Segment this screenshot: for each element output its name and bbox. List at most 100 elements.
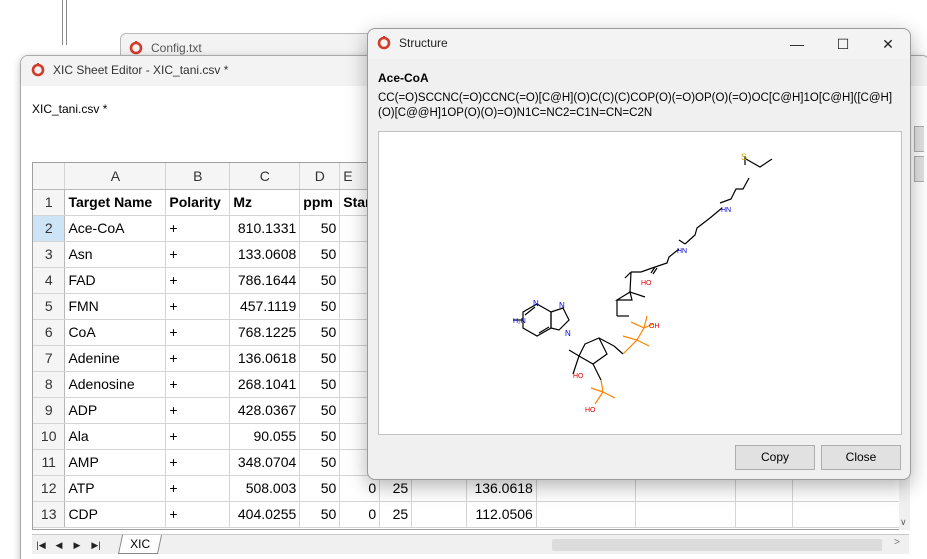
cell[interactable]: 112.0506	[466, 501, 537, 528]
row-header[interactable]: 2	[33, 215, 66, 242]
cell[interactable]: 268.1041	[229, 371, 301, 398]
cell[interactable]: +	[165, 371, 231, 398]
horizontal-scrollbar[interactable]	[552, 539, 882, 551]
cell[interactable]: +	[165, 319, 231, 346]
cell[interactable]: 136.0618	[229, 345, 301, 372]
cell[interactable]: +	[165, 345, 231, 372]
cell[interactable]: 404.0255	[229, 501, 301, 528]
row-header[interactable]: 10	[33, 423, 66, 450]
cell[interactable]: +	[165, 267, 231, 294]
row-header[interactable]: 3	[33, 241, 66, 268]
cell[interactable]: CDP	[64, 501, 167, 528]
cell[interactable]: 786.1644	[229, 267, 301, 294]
cell[interactable]: Ace-CoA	[64, 215, 167, 242]
cell[interactable]: Target Name	[64, 189, 167, 216]
row-header[interactable]: 7	[33, 345, 66, 372]
cell[interactable]: 50	[299, 371, 341, 398]
cell[interactable]: +	[165, 397, 231, 424]
cell[interactable]: 457.1119	[229, 293, 301, 320]
column-header[interactable]: D	[299, 163, 341, 190]
corner-cell[interactable]	[33, 163, 66, 190]
cell[interactable]: 508.003	[229, 475, 301, 502]
cell[interactable]: Polarity	[165, 189, 231, 216]
cell[interactable]: CoA	[64, 319, 167, 346]
cell[interactable]: AMP	[64, 449, 167, 476]
row-header[interactable]: 4	[33, 267, 66, 294]
cell[interactable]: 50	[299, 345, 341, 372]
cell[interactable]: +	[165, 423, 231, 450]
minimize-button[interactable]: —	[774, 29, 820, 59]
row-header[interactable]: 5	[33, 293, 66, 320]
cell[interactable]: Mz	[229, 189, 301, 216]
cell[interactable]: +	[165, 293, 231, 320]
cell[interactable]: 50	[299, 241, 341, 268]
cell[interactable]: 90.055	[229, 423, 301, 450]
row-header[interactable]: 1	[33, 189, 66, 216]
cell[interactable]: 768.1225	[229, 319, 301, 346]
cell[interactable]: 50	[299, 397, 341, 424]
sheet-tab-label: XIC	[130, 537, 151, 551]
cell[interactable]: +	[165, 241, 231, 268]
cell[interactable]: 50	[299, 215, 341, 242]
cell[interactable]: 50	[299, 319, 341, 346]
last-sheet-button[interactable]: ▶|	[89, 538, 103, 552]
cell[interactable]: 348.0704	[229, 449, 301, 476]
cell[interactable]: 50	[299, 267, 341, 294]
column-header[interactable]: C	[229, 163, 301, 190]
smiles-text: CC(=O)SCCNC(=O)CCNC(=O)[C@H](O)C(C)(C)CO…	[378, 92, 893, 119]
cell[interactable]: Adenine	[64, 345, 167, 372]
cell[interactable]: +	[165, 215, 231, 242]
row-header[interactable]: 12	[33, 475, 66, 502]
cell[interactable]: 50	[299, 423, 341, 450]
cell[interactable]: Adenosine	[64, 371, 167, 398]
structure-title-bar[interactable]: Structure — ☐ ✕	[368, 29, 910, 59]
cell[interactable]: 0	[339, 501, 381, 528]
column-header[interactable]: B	[165, 163, 231, 190]
amide-nh-label: HN	[677, 248, 687, 255]
molecule-drawing: S HN HN HO H₂N N N N HO OH HO	[513, 152, 773, 414]
scroll-down-icon[interactable]: ∨	[900, 517, 907, 528]
cell[interactable]: 50	[299, 449, 341, 476]
cell[interactable]	[735, 501, 793, 528]
row-header[interactable]: 9	[33, 397, 66, 424]
cell[interactable]	[411, 501, 467, 528]
config-window-title-text: Config.txt	[151, 41, 202, 55]
row-header[interactable]: 8	[33, 371, 66, 398]
sheet-tab-xic[interactable]: XIC	[117, 535, 163, 554]
row-header[interactable]: 13	[33, 501, 66, 528]
next-sheet-button[interactable]: ▶	[70, 538, 84, 552]
cell[interactable]: +	[165, 501, 231, 528]
first-sheet-button[interactable]: |◀	[34, 538, 48, 552]
column-header[interactable]: A	[64, 163, 167, 190]
cell[interactable]	[536, 501, 637, 528]
cell[interactable]: 810.1331	[229, 215, 301, 242]
cell[interactable]: Asn	[64, 241, 167, 268]
cell[interactable]: 25	[379, 501, 413, 528]
cell[interactable]: 50	[299, 293, 341, 320]
maximize-button[interactable]: ☐	[820, 29, 866, 59]
nitrogen-label: N	[559, 301, 565, 310]
prev-sheet-button[interactable]: ◀	[52, 538, 66, 552]
cell[interactable]: 50	[299, 475, 341, 502]
scroll-right-icon[interactable]: >	[894, 537, 900, 548]
cell[interactable]: +	[165, 449, 231, 476]
cell[interactable]: 428.0367	[229, 397, 301, 424]
cell[interactable]: FMN	[64, 293, 167, 320]
cell[interactable]: ppm	[299, 189, 341, 216]
editor-side-button[interactable]	[914, 156, 924, 182]
row-header[interactable]: 6	[33, 319, 66, 346]
editor-side-button[interactable]	[914, 126, 924, 152]
close-window-button[interactable]: ✕	[865, 29, 911, 59]
row-header[interactable]: 11	[33, 449, 66, 476]
close-button[interactable]: Close	[821, 445, 901, 470]
cell[interactable]: FAD	[64, 267, 167, 294]
copy-button[interactable]: Copy	[735, 445, 815, 470]
cell[interactable]: 133.0608	[229, 241, 301, 268]
cell[interactable]: +	[165, 475, 231, 502]
cell[interactable]: 50	[299, 501, 341, 528]
cell[interactable]	[792, 501, 908, 528]
cell[interactable]: ADP	[64, 397, 167, 424]
cell[interactable]	[635, 501, 736, 528]
cell[interactable]: Ala	[64, 423, 167, 450]
cell[interactable]: ATP	[64, 475, 167, 502]
